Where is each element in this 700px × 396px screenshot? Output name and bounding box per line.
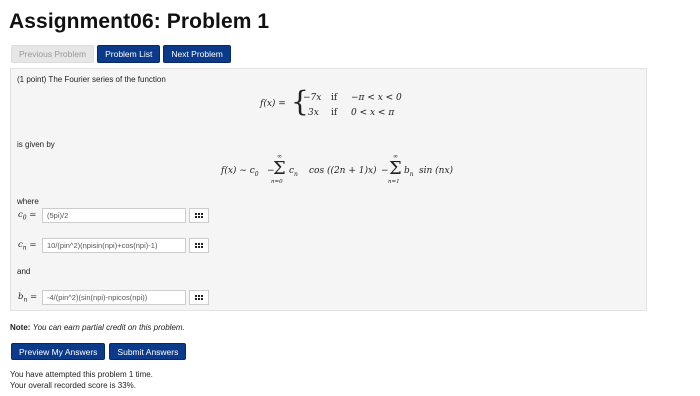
minus-sign-2: −: [381, 166, 389, 176]
problem-panel: (1 point) The Fourier series of the func…: [10, 68, 647, 311]
partial-credit-note: Note: You can earn partial credit on thi…: [10, 323, 185, 332]
sin-term: sin (nx): [419, 166, 454, 176]
term-cn: cn: [289, 166, 298, 178]
previous-problem-button[interactable]: Previous Problem: [11, 45, 95, 63]
preview-answers-button[interactable]: Preview My Answers: [11, 343, 106, 360]
note-label: Note:: [10, 323, 31, 332]
note-text: You can earn partial credit on this prob…: [32, 323, 185, 332]
next-problem-button[interactable]: Next Problem: [163, 45, 231, 63]
case2-expression: 3x: [308, 108, 319, 118]
bn-input[interactable]: -4/(pin^2)(sin(npi)-npicos(npi)): [42, 290, 186, 305]
term-bn: bn: [404, 166, 414, 178]
problem-intro: (1 point) The Fourier series of the func…: [17, 75, 166, 84]
and-text: and: [17, 267, 31, 276]
given-by-text: is given by: [17, 140, 55, 149]
page-title: Assignment06: Problem 1: [9, 10, 270, 33]
answer-actions: Preview My Answers Submit Answers: [11, 343, 187, 360]
sum1-sigma: Σ: [273, 158, 286, 179]
sum2-sigma: Σ: [389, 158, 402, 179]
equation-editor-icon[interactable]: [189, 208, 209, 223]
attempts-status: You have attempted this problem 1 time.: [10, 370, 153, 379]
series-lhs: f(x) ∼ c0: [221, 166, 259, 178]
cos-term: cos ((2n + 1)x): [309, 166, 377, 176]
problem-navigation: Previous Problem Problem List Next Probl…: [11, 45, 231, 63]
submit-answers-button[interactable]: Submit Answers: [109, 343, 187, 360]
function-lhs: f(x) =: [260, 99, 286, 109]
sum1-lower-limit: n=0: [271, 179, 283, 185]
case1-expression: −7x: [303, 93, 322, 103]
c0-input[interactable]: (5pi)/2: [42, 208, 186, 223]
case2-if: if: [331, 108, 338, 118]
equation-editor-icon[interactable]: [189, 290, 209, 305]
case1-if: if: [331, 93, 338, 103]
c0-label: c0 =: [18, 210, 37, 222]
cn-input[interactable]: 10/(pin^2)(npisin(npi)+cos(npi)-1): [42, 238, 186, 253]
cn-label: cn =: [18, 240, 37, 252]
equation-editor-icon[interactable]: [189, 238, 209, 253]
case1-condition: −π < x < 0: [351, 93, 402, 103]
case2-condition: 0 < x < π: [351, 108, 395, 118]
bn-label: bn =: [18, 292, 38, 304]
where-text: where: [17, 197, 39, 206]
sum2-lower-limit: n=1: [388, 179, 400, 185]
problem-list-button[interactable]: Problem List: [97, 45, 161, 63]
score-status: Your overall recorded score is 33%.: [10, 381, 136, 390]
